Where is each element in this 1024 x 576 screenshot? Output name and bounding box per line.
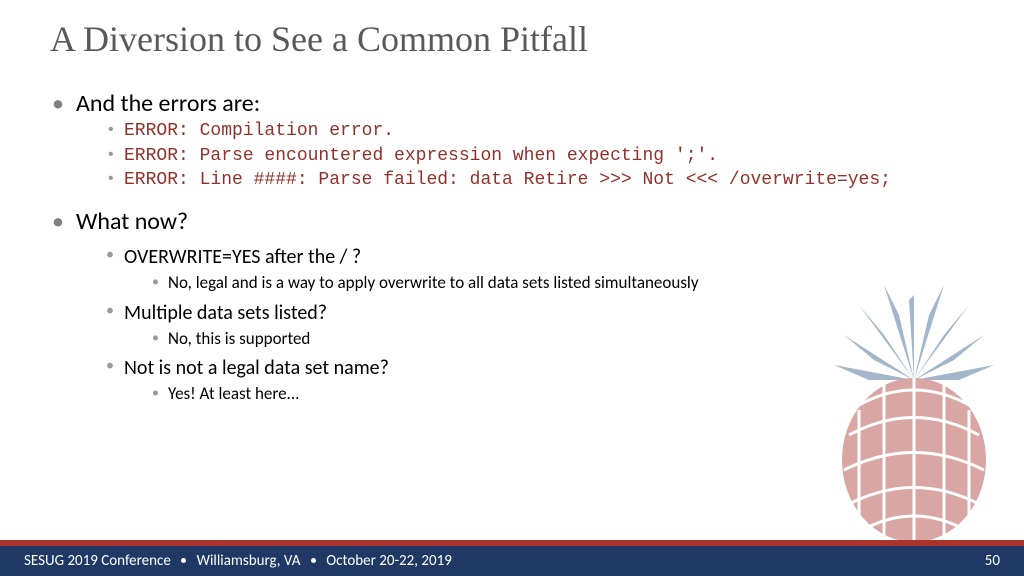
separator-dot-icon [311,558,316,563]
sub-multiple-q: Multiple data sets listed? No, this is s… [106,301,950,351]
footer-conference: SESUG 2019 Conference [24,552,171,570]
bullet-errors-intro: And the errors are: ERROR: Compilation e… [50,88,950,192]
sub-multiple-ans: No, this is supported [152,327,950,351]
slide-content: And the errors are: ERROR: Compilation e… [50,88,950,410]
bullet-what-now: What now? OVERWRITE=YES after the / ? No… [50,206,950,407]
sub-overwrite-ans: No, legal and is a way to apply overwrit… [152,271,950,295]
footer-date: October 20-22, 2019 [326,552,452,570]
bullet-label: And the errors are: [76,89,260,118]
page-number: 50 [985,552,1000,570]
slide-title: A Diversion to See a Common Pitfall [50,18,588,60]
sub-label: OVERWRITE=YES after the / ? [124,245,361,269]
sub-label: Not is not a legal data set name? [124,356,389,380]
separator-dot-icon [181,558,186,563]
error-line-1: ERROR: Compilation error. [106,120,950,143]
footer-bar: SESUG 2019 Conference Williamsburg, VA O… [0,546,1024,576]
sub-not-ans: Yes! At least here... [152,382,950,406]
bullet-label: What now? [76,207,188,236]
error-line-3: ERROR: Line ####: Parse failed: data Ret… [106,169,950,192]
sub-not-q: Not is not a legal data set name? Yes! A… [106,356,950,406]
footer-text: SESUG 2019 Conference Williamsburg, VA O… [24,552,452,570]
sub-label: Multiple data sets listed? [124,301,327,325]
error-line-2: ERROR: Parse encountered expression when… [106,145,950,168]
slide: A Diversion to See a Common Pitfall And … [0,0,1024,576]
sub-overwrite-q: OVERWRITE=YES after the / ? No, legal an… [106,245,950,295]
footer-location: Williamsburg, VA [197,552,301,570]
